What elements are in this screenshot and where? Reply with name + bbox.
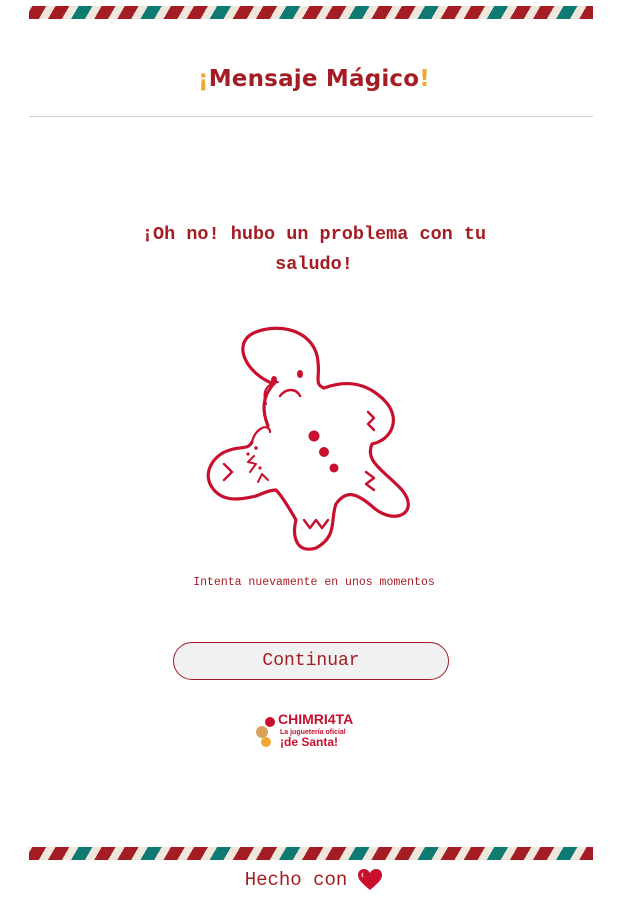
broken-gingerbread-icon [206, 326, 410, 551]
title-text: Mensaje Mágico [208, 66, 420, 92]
title-close-exclamation: ! [419, 66, 430, 92]
brand-logo[interactable]: CHIMRI4TA La juguetería oficial ¡de Sant… [252, 708, 372, 752]
footer: Hecho con [0, 868, 628, 892]
chimuelo-logo: CHIMRI4TA La juguetería oficial ¡de Sant… [256, 711, 353, 749]
heart-icon [358, 869, 383, 890]
logo-text-bottom: ¡de Santa! [280, 735, 338, 749]
decorative-stripe-top [29, 6, 593, 19]
logo-text-top: CHIMRI4TA [278, 711, 353, 727]
page-title: ¡Mensaje Mágico! [0, 66, 628, 92]
retry-note: Intenta nuevamente en unos momentos [193, 576, 435, 589]
header-divider [29, 116, 593, 117]
error-message-title: ¡Oh no! hubo un problema con tu saludo! [141, 224, 487, 275]
continue-button[interactable]: Continuar [173, 642, 449, 680]
footer-text: Hecho con [244, 869, 348, 891]
title-open-exclamation: ¡ [198, 66, 209, 92]
decorative-stripe-bottom [29, 847, 593, 860]
